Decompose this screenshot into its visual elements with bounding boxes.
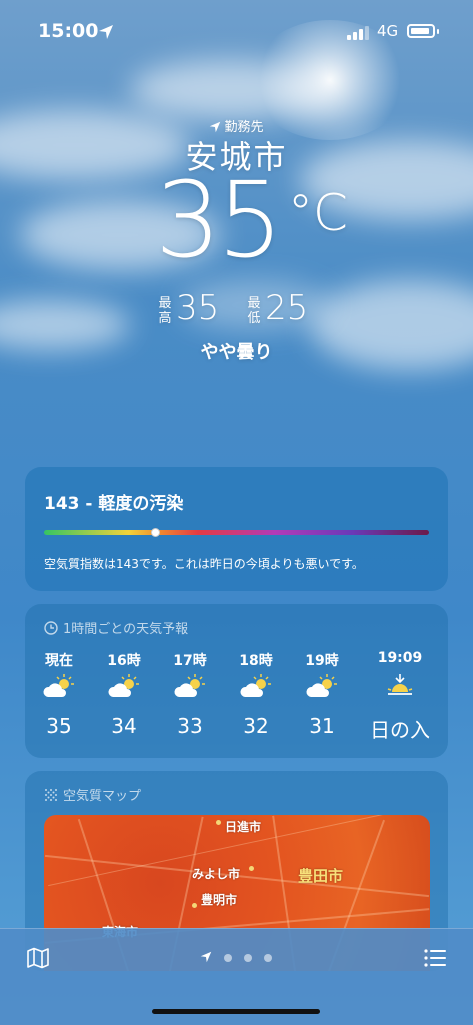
hour-value: 31 xyxy=(309,714,335,738)
home-indicator[interactable] xyxy=(152,1009,320,1014)
signal-icon xyxy=(347,26,369,40)
hour-label: 18時 xyxy=(239,653,273,669)
low-label: 最低 xyxy=(247,296,261,326)
hourly-item: 19:09 日の入 xyxy=(370,650,430,743)
network-type: 4G xyxy=(377,22,399,40)
status-bar: 15:00 4G xyxy=(0,0,473,62)
place-toyota: 豊田市 xyxy=(298,867,344,885)
low-temp: 25 xyxy=(265,288,309,328)
partly-sunny-icon xyxy=(94,672,154,706)
aqi-description: 空気質指数は143です。これは昨日の今頃よりも悪いです。 xyxy=(44,557,364,571)
partly-sunny-icon xyxy=(226,672,286,706)
hourly-item: 16時 34 xyxy=(94,650,154,738)
clock-icon xyxy=(44,621,58,635)
hour-label: 17時 xyxy=(173,653,207,669)
hour-value: 日の入 xyxy=(370,718,430,742)
place-miyoshi: みよし市 xyxy=(192,867,241,881)
page-indicator[interactable] xyxy=(200,951,280,965)
list-icon[interactable] xyxy=(424,949,446,967)
current-temperature: 35 xyxy=(155,159,283,281)
high-low: 最高 35 最低 25 xyxy=(158,288,358,332)
hourly-header-label: 1時間ごとの天気予報 xyxy=(63,622,189,637)
high-label: 最高 xyxy=(158,296,172,326)
weather-condition: やや曇り xyxy=(200,342,273,363)
aqi-title: 143 - 軽度の汚染 xyxy=(44,494,184,514)
hour-label: 19:09 xyxy=(377,650,423,666)
aq-map-header-label: 空気質マップ xyxy=(63,789,142,804)
air-quality-card[interactable]: 143 - 軽度の汚染 空気質指数は143です。これは昨日の今頃よりも悪いです。 xyxy=(25,467,448,591)
partly-sunny-icon xyxy=(160,672,220,706)
partly-sunny-icon xyxy=(292,672,352,706)
temperature-unit: °C xyxy=(288,184,348,242)
hourly-item: 18時 32 xyxy=(226,650,286,738)
hourly-forecast-card[interactable]: 1時間ごとの天気予報 現在 35 16時 34 17時 33 18時 32 19時 31 19:09… xyxy=(25,604,448,758)
page-dot[interactable] xyxy=(224,954,232,962)
hourly-item: 現在 35 xyxy=(29,650,89,738)
air-quality-icon xyxy=(45,789,57,801)
high-temp: 35 xyxy=(176,288,220,328)
partly-sunny-icon xyxy=(29,672,89,706)
hour-value: 33 xyxy=(177,714,203,738)
hour-label: 現在 xyxy=(45,653,73,669)
location-arrow-icon xyxy=(99,25,113,39)
aqi-scale-bar xyxy=(44,530,429,535)
hour-value: 34 xyxy=(111,714,137,738)
hour-label: 16時 xyxy=(107,653,141,669)
hour-value: 32 xyxy=(243,714,269,738)
aq-map-header: 空気質マップ xyxy=(44,785,141,804)
place-toyoake: 豊明市 xyxy=(201,893,238,907)
battery-icon xyxy=(407,24,435,38)
hourly-item: 19時 31 xyxy=(292,650,352,738)
sunset-icon xyxy=(370,672,430,706)
hourly-header: 1時間ごとの天気予報 xyxy=(44,618,188,637)
hourly-item: 17時 33 xyxy=(160,650,220,738)
page-dot[interactable] xyxy=(244,954,252,962)
location-arrow-icon xyxy=(200,951,212,963)
aqi-indicator xyxy=(151,528,160,537)
hour-value: 35 xyxy=(46,714,72,738)
status-time: 15:00 xyxy=(38,20,99,42)
hour-label: 19時 xyxy=(305,653,339,669)
bottom-toolbar xyxy=(0,928,473,1025)
page-dot[interactable] xyxy=(264,954,272,962)
place-nisshin: 日進市 xyxy=(225,820,262,834)
map-icon[interactable] xyxy=(26,947,50,969)
